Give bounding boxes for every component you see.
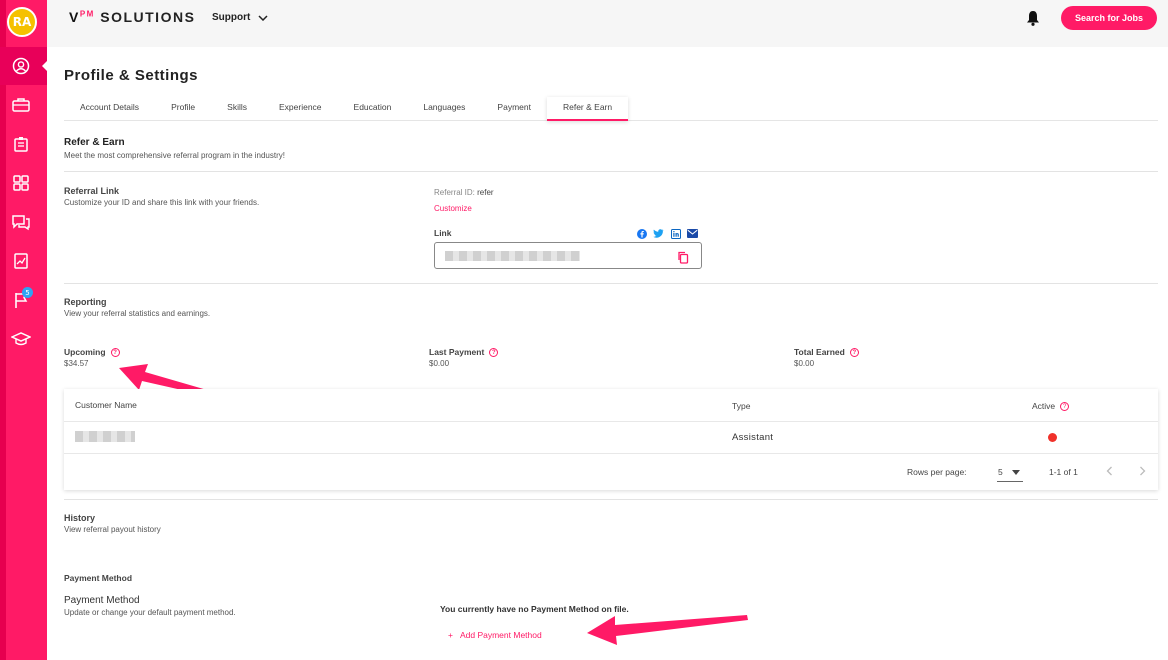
divider (64, 283, 1158, 284)
refer-title: Refer & Earn (64, 137, 125, 148)
chevron-left-icon[interactable] (1106, 466, 1113, 476)
topbar: VPM SOLUTIONS Support Search for Jobs (47, 0, 1168, 47)
reporting-title: Reporting (64, 297, 107, 307)
profile-icon[interactable] (10, 55, 32, 77)
add-payment-method-button[interactable]: + Add Payment Method (448, 630, 542, 640)
active-status-dot (1048, 433, 1057, 442)
tab-profile[interactable]: Profile (155, 97, 211, 121)
reporting-desc: View your referral statistics and earnin… (64, 309, 211, 318)
briefcase-icon[interactable] (10, 94, 32, 116)
page-title: Profile & Settings (64, 67, 199, 84)
notification-badge: 5 (22, 287, 33, 298)
email-icon[interactable] (687, 228, 698, 239)
chevron-down-icon (258, 14, 268, 21)
stat-last-payment-value: $0.00 (429, 359, 450, 368)
history-desc: View referral payout history (64, 525, 161, 534)
tab-experience[interactable]: Experience (263, 97, 338, 121)
support-dropdown[interactable]: Support (212, 12, 268, 23)
twitter-icon[interactable] (653, 228, 664, 239)
annotation-arrow (587, 615, 748, 645)
sidebar-edge (0, 0, 6, 660)
graduation-icon[interactable] (10, 328, 32, 350)
stat-upcoming-value: $34.57 (64, 359, 89, 368)
column-header-active[interactable]: Active? (1032, 401, 1070, 412)
rows-per-page-label: Rows per page: (907, 467, 967, 477)
pagination-range: 1-1 of 1 (1049, 467, 1078, 477)
divider (64, 171, 1158, 172)
tab-education[interactable]: Education (338, 97, 408, 121)
history-title: History (64, 513, 96, 523)
payment-method-desc: Update or change your default payment me… (64, 608, 236, 617)
help-icon[interactable]: ? (1060, 402, 1070, 412)
stat-last-payment-label: Last Payment? (429, 347, 499, 358)
divider (64, 499, 1158, 500)
linkedin-icon[interactable] (670, 228, 681, 239)
row-divider (64, 421, 1158, 422)
avatar[interactable]: RA (7, 7, 37, 37)
referrals-table: Customer Name Type Active? Assistant Row… (64, 389, 1158, 490)
clipboard-icon[interactable] (10, 133, 32, 155)
tab-account-details[interactable]: Account Details (64, 97, 155, 121)
column-header-customer-name[interactable]: Customer Name (75, 400, 137, 410)
referral-link-field[interactable] (434, 242, 702, 269)
chevron-right-icon[interactable] (1139, 466, 1146, 476)
search-for-jobs-button[interactable]: Search for Jobs (1061, 6, 1157, 30)
logo[interactable]: VPM SOLUTIONS (69, 9, 195, 25)
customize-link[interactable]: Customize (434, 204, 472, 213)
tab-refer-earn[interactable]: Refer & Earn (546, 97, 629, 121)
sidebar: RA 5 (0, 0, 48, 660)
tab-skills[interactable]: Skills (211, 97, 263, 121)
stat-upcoming-label: Upcoming? (64, 347, 120, 358)
report-icon[interactable] (10, 250, 32, 272)
share-icons (636, 228, 698, 239)
tab-bar: Account Details Profile Skills Experienc… (64, 97, 1158, 121)
tab-languages[interactable]: Languages (407, 97, 481, 121)
select-underline (997, 481, 1023, 482)
caret-down-icon[interactable] (1012, 470, 1020, 475)
apps-grid-icon[interactable] (10, 172, 32, 194)
referral-link-title: Referral Link (64, 186, 120, 196)
payment-method-title: Payment Method (64, 595, 140, 606)
tab-payment[interactable]: Payment (481, 97, 547, 121)
redacted-link (445, 251, 580, 261)
active-notch (42, 60, 48, 72)
redacted-customer-name (75, 431, 135, 442)
referral-link-desc: Customize your ID and share this link wi… (64, 198, 260, 207)
rows-per-page-select[interactable]: 5 (998, 467, 1003, 477)
row-divider (64, 453, 1158, 454)
cell-type: Assistant (732, 432, 774, 443)
help-icon[interactable]: ? (849, 348, 859, 358)
referral-id: Referral ID: refer (434, 188, 494, 197)
stat-total-earned-value: $0.00 (794, 359, 815, 368)
chat-icon[interactable] (10, 211, 32, 233)
refer-subtitle: Meet the most comprehensive referral pro… (64, 151, 285, 160)
bell-icon[interactable] (1026, 10, 1042, 26)
payment-section-label: Payment Method (64, 573, 133, 583)
help-icon[interactable]: ? (489, 348, 499, 358)
copy-icon[interactable] (677, 249, 691, 264)
stat-total-earned-label: Total Earned? (794, 347, 859, 358)
facebook-icon[interactable] (636, 228, 647, 239)
support-label: Support (212, 12, 251, 23)
link-label: Link (434, 228, 452, 238)
column-header-type[interactable]: Type (732, 401, 750, 411)
plus-icon: + (448, 630, 453, 640)
